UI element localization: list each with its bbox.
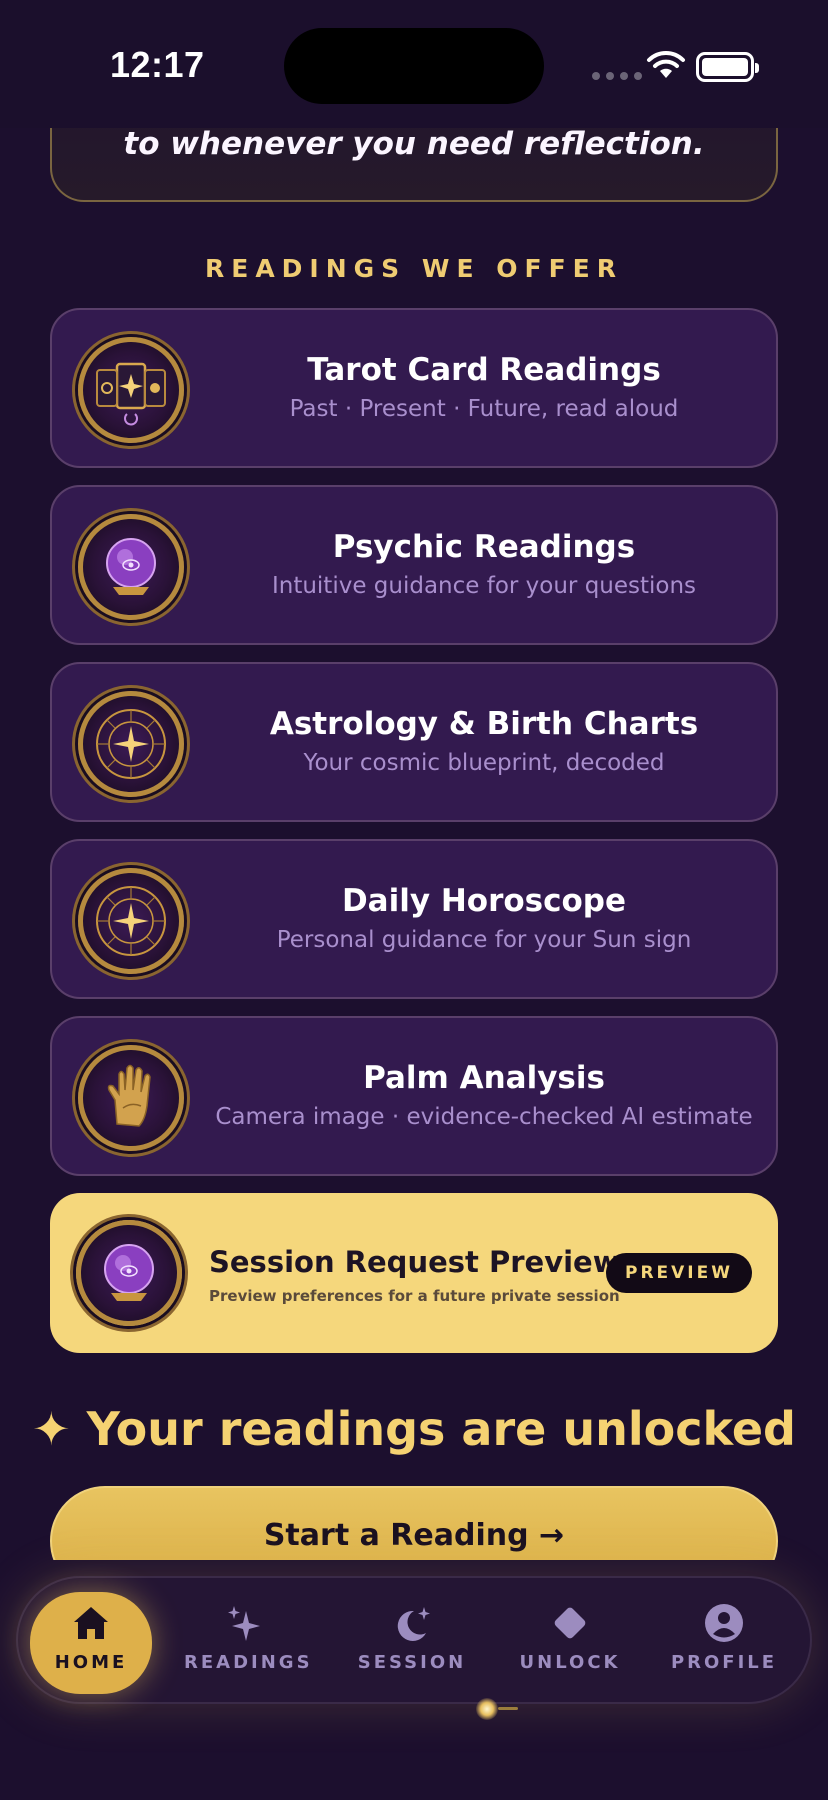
tab-bar: HOME READINGS SESSION UNLOCK PROFILE <box>16 1576 812 1704</box>
preview-badge[interactable]: PREVIEW <box>606 1253 752 1293</box>
battery-icon <box>696 52 759 82</box>
status-time: 12:17 <box>110 44 205 85</box>
reading-card-subtitle: Past · Present · Future, read aloud <box>289 396 679 422</box>
session-request-preview-card[interactable]: Session Request Preview Preview preferen… <box>50 1193 778 1353</box>
signal-icon <box>592 72 642 80</box>
reading-card-psychic[interactable]: Psychic Readings Intuitive guidance for … <box>50 485 778 645</box>
reading-card-title: Daily Horoscope <box>341 883 627 919</box>
crystal-ball-icon <box>78 514 184 620</box>
zodiac-wheel-icon <box>78 868 184 974</box>
crystal-ball-icon <box>76 1220 182 1326</box>
reading-card-palm[interactable]: Palm Analysis Camera image · evidence-ch… <box>50 1016 778 1176</box>
tab-label: HOME <box>54 1652 128 1673</box>
sparkle-icon <box>184 1598 304 1648</box>
zodiac-wheel-icon <box>78 691 184 797</box>
tab-profile[interactable]: PROFILE <box>664 1592 784 1692</box>
preview-subtitle: Preview preferences for a future private… <box>209 1287 620 1305</box>
reading-card-subtitle: Camera image · evidence-checked AI estim… <box>215 1104 753 1130</box>
start-reading-label: Start a Reading → <box>263 1518 565 1553</box>
moon-stars-icon <box>352 1598 472 1648</box>
reading-card-subtitle: Personal guidance for your Sun sign <box>276 927 692 953</box>
profile-icon <box>664 1598 784 1648</box>
wifi-icon <box>647 50 685 78</box>
quote-text: to whenever you need reflection. <box>123 126 705 162</box>
dynamic-island <box>284 28 544 104</box>
home-icon <box>30 1598 152 1648</box>
reading-card-horoscope[interactable]: Daily Horoscope Personal guidance for yo… <box>50 839 778 999</box>
status-bar: 12:17 <box>0 0 828 128</box>
reading-card-subtitle: Intuitive guidance for your questions <box>271 573 697 599</box>
reading-card-title: Astrology & Birth Charts <box>269 706 699 742</box>
tab-label: UNLOCK <box>519 1652 621 1673</box>
tab-readings[interactable]: READINGS <box>184 1592 313 1692</box>
reading-card-subtitle: Your cosmic blueprint, decoded <box>303 750 665 776</box>
preview-title: Session Request Preview <box>209 1245 620 1279</box>
home-indicator-glow <box>476 1698 498 1720</box>
reading-card-astrology[interactable]: Astrology & Birth Charts Your cosmic blu… <box>50 662 778 822</box>
diamond-icon <box>510 1598 630 1648</box>
reading-card-title: Psychic Readings <box>332 529 636 565</box>
tab-unlock[interactable]: UNLOCK <box>510 1592 630 1692</box>
tarot-cards-icon <box>78 337 184 443</box>
section-title: READINGS WE OFFER <box>205 254 623 283</box>
reading-card-title: Tarot Card Readings <box>307 352 661 388</box>
tab-label: READINGS <box>184 1652 313 1673</box>
reading-card-title: Palm Analysis <box>363 1060 605 1096</box>
palm-hand-icon <box>78 1045 184 1151</box>
tab-home[interactable]: HOME <box>30 1592 152 1694</box>
tab-label: SESSION <box>357 1652 467 1673</box>
home-indicator <box>498 1707 518 1710</box>
tab-label: PROFILE <box>670 1652 778 1673</box>
tab-session[interactable]: SESSION <box>352 1592 472 1692</box>
unlocked-heading: ✦ Your readings are unlocked <box>32 1402 796 1456</box>
reading-card-tarot[interactable]: Tarot Card Readings Past · Present · Fut… <box>50 308 778 468</box>
